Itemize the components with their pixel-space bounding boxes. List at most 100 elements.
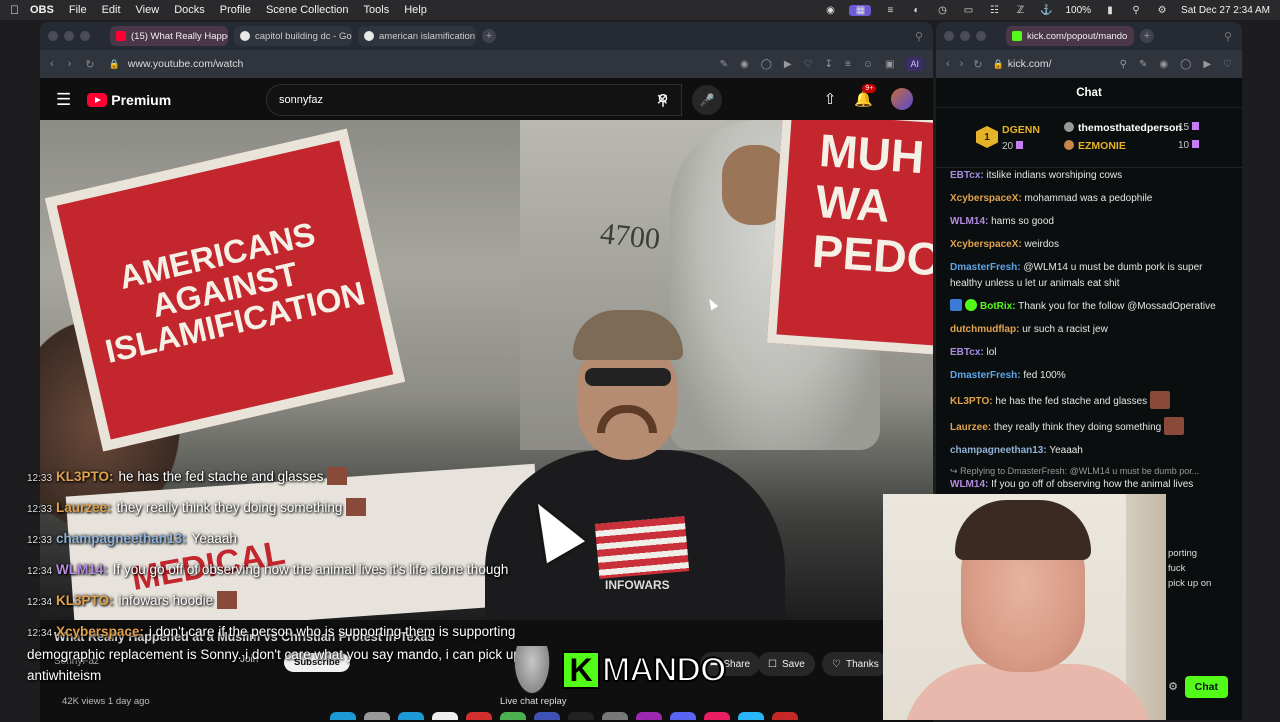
profile-icon[interactable]: ☺ <box>863 59 873 70</box>
camera-icon[interactable]: ◉ <box>740 59 749 70</box>
hamburger-menu-icon[interactable]: ☰ <box>56 90 71 110</box>
chat-username[interactable]: BotRix: <box>980 301 1016 312</box>
dock-app-icon[interactable] <box>772 712 798 720</box>
minimize-window-button[interactable] <box>64 31 74 41</box>
notifications-bell-icon[interactable]: 🔔 9+ <box>854 84 877 108</box>
url-field[interactable]: kick.com/ <box>1008 58 1052 70</box>
back-icon[interactable]: ‹ <box>946 58 950 70</box>
leaderboard-name[interactable]: themosthatedperson <box>1064 122 1182 134</box>
apple-icon[interactable]:  <box>10 3 30 17</box>
chat-username[interactable]: DmasterFresh: <box>950 370 1021 381</box>
lock-icon[interactable]: 🔒 <box>993 59 1004 70</box>
chat-username[interactable]: WLM14: <box>950 216 988 227</box>
heart-icon[interactable]: ♡ <box>804 59 813 70</box>
forward-icon[interactable]: › <box>68 58 72 70</box>
chat-username[interactable]: Laurzee: <box>950 422 991 433</box>
clock-icon[interactable]: ◷ <box>935 5 949 16</box>
voice-search-icon[interactable]: 🎤 <box>692 85 722 115</box>
zoom-window-button[interactable] <box>80 31 90 41</box>
dock-app-icon[interactable] <box>500 712 526 720</box>
record-icon[interactable]: ◐ <box>909 5 923 16</box>
tab-search-icon[interactable]: ⚲ <box>915 30 923 43</box>
chat-username[interactable]: WLM14: <box>950 479 988 490</box>
search-input[interactable]: sonnyfaz ✕ <box>266 84 682 116</box>
download-icon[interactable]: ↧ <box>825 59 833 70</box>
menu-view[interactable]: View <box>136 4 160 16</box>
dock-app-icon[interactable] <box>568 712 594 720</box>
reload-icon[interactable]: ↻ <box>85 58 94 71</box>
minimize-window-button[interactable] <box>960 31 970 41</box>
back-icon[interactable]: ‹ <box>50 58 54 70</box>
chat-username[interactable]: EBTcx: <box>950 347 984 358</box>
shield-icon[interactable]: ◯ <box>761 59 772 70</box>
reload-icon[interactable]: ↻ <box>973 58 982 71</box>
new-tab-button[interactable]: + <box>1140 29 1154 43</box>
tab-kick[interactable]: kick.com/popout/mando <box>1006 26 1134 46</box>
battery-icon[interactable]: ▮ <box>1103 5 1117 16</box>
save-button[interactable]: ☐ Save <box>758 652 815 676</box>
dock-app-icon[interactable] <box>466 712 492 720</box>
menu-help[interactable]: Help <box>404 4 427 16</box>
close-window-button[interactable] <box>944 31 954 41</box>
menu-app[interactable]: OBS <box>30 4 54 16</box>
play-icon[interactable]: ▶ <box>784 59 792 70</box>
dock-app-icon[interactable] <box>330 712 356 720</box>
shield-icon[interactable]: ◯ <box>1180 59 1191 70</box>
lock-icon[interactable]: 🔒 <box>109 59 120 70</box>
zoom-window-button[interactable] <box>976 31 986 41</box>
chat-username[interactable]: KL3PTO: <box>950 396 993 407</box>
control-center-icon[interactable]: ⚙ <box>1155 5 1169 16</box>
menu-tools[interactable]: Tools <box>364 4 390 16</box>
datetime[interactable]: Sat Dec 27 2:34 AM <box>1181 5 1270 16</box>
search-icon[interactable]: ⚲ <box>1120 59 1127 70</box>
search-button[interactable]: ⚲ <box>644 84 682 116</box>
edit-icon[interactable]: ✎ <box>720 59 728 70</box>
menu-scene-collection[interactable]: Scene Collection <box>266 4 349 16</box>
extension-icon[interactable]: ▣ <box>885 59 894 70</box>
url-field[interactable]: www.youtube.com/watch <box>128 58 244 70</box>
menu-docks[interactable]: Docks <box>174 4 205 16</box>
wifi-icon[interactable]: ☷ <box>987 5 1001 16</box>
search-icon[interactable]: ⚲ <box>1129 5 1143 16</box>
tab-search-icon[interactable]: ⚲ <box>1224 30 1232 43</box>
heart-icon[interactable]: ♡ <box>1223 59 1232 70</box>
youtube-premium-logo[interactable]: Premium <box>87 92 171 108</box>
menu-edit[interactable]: Edit <box>102 4 121 16</box>
dock-app-icon[interactable] <box>398 712 424 720</box>
new-tab-button[interactable]: + <box>482 29 496 43</box>
dock-app-icon[interactable] <box>602 712 628 720</box>
dock-app-icon[interactable] <box>738 712 764 720</box>
obs-status-icon[interactable]: ◉ <box>823 5 837 16</box>
dock-app-icon[interactable] <box>704 712 730 720</box>
edit-icon[interactable]: ✎ <box>1139 59 1147 70</box>
bluetooth-icon[interactable]: ℤ <box>1013 5 1027 16</box>
ai-button[interactable]: AI <box>906 57 923 71</box>
screen-share-icon[interactable]: ▦ <box>849 4 872 16</box>
menu-icon[interactable]: ≡ <box>845 59 851 70</box>
leaderboard-name[interactable]: DGENN <box>1002 124 1040 136</box>
dock-app-icon[interactable] <box>636 712 662 720</box>
leaderboard-name[interactable]: EZMONIE <box>1064 140 1126 152</box>
vpn-icon[interactable]: ⚓ <box>1039 5 1053 16</box>
chat-username[interactable]: dutchmudflap: <box>950 324 1019 335</box>
dock-app-icon[interactable] <box>364 712 390 720</box>
avatar[interactable] <box>891 88 913 110</box>
chat-username[interactable]: EBTcx: <box>950 170 984 181</box>
play-icon[interactable]: ▶ <box>1203 59 1211 70</box>
chat-username[interactable]: champagneethan13: <box>950 445 1047 456</box>
tab-google-capitol[interactable]: capitol building dc - Go <box>234 26 352 46</box>
dock-app-icon[interactable] <box>432 712 458 720</box>
menu-profile[interactable]: Profile <box>220 4 251 16</box>
chat-username[interactable]: XcyberspaceX: <box>950 193 1022 204</box>
chat-username[interactable]: XcyberspaceX: <box>950 239 1022 250</box>
camera-icon[interactable]: ◉ <box>1159 59 1168 70</box>
upload-icon[interactable]: ⇧ <box>824 90 837 108</box>
list-icon[interactable]: ≡ <box>883 5 897 16</box>
forward-icon[interactable]: › <box>960 58 964 70</box>
close-window-button[interactable] <box>48 31 58 41</box>
chat-username[interactable]: DmasterFresh: <box>950 262 1021 273</box>
display-icon[interactable]: ▭ <box>961 5 975 16</box>
dock-app-icon[interactable] <box>534 712 560 720</box>
menu-file[interactable]: File <box>69 4 87 16</box>
send-chat-button[interactable]: Chat <box>1184 676 1228 698</box>
